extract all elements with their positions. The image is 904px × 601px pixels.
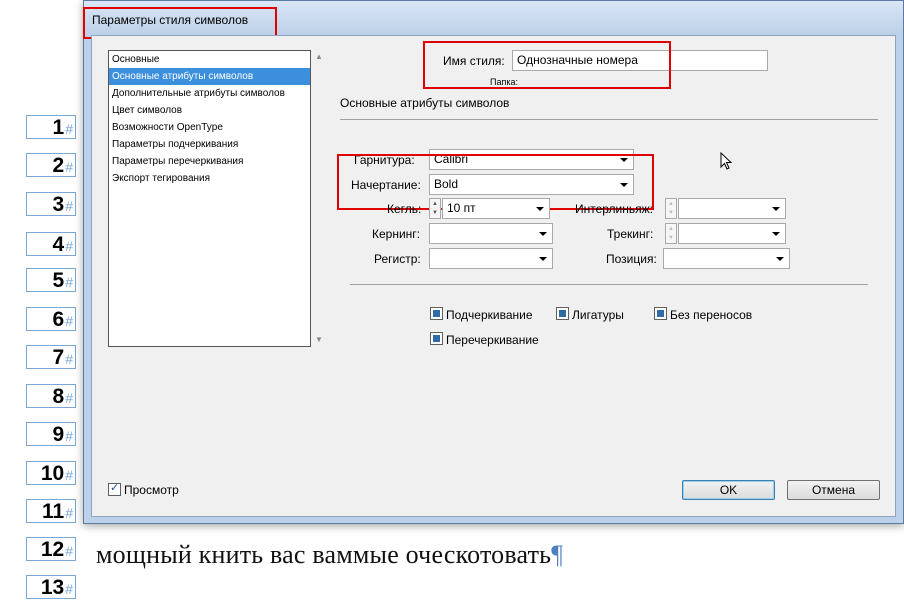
leading-stepper[interactable]: ▲ ▼ [665, 198, 677, 219]
chevron-down-icon [539, 232, 547, 236]
number-frame: 9# [26, 422, 76, 446]
stepper-down-icon[interactable]: ▼ [432, 210, 438, 216]
ligatures-label: Лигатуры [572, 308, 624, 322]
list-item-opentype[interactable]: Возможности OpenType [109, 119, 310, 136]
number-frame: 12# [26, 537, 76, 561]
section-title: Основные атрибуты символов [340, 96, 510, 110]
stepper-up-icon[interactable]: ▲ [668, 226, 674, 232]
document-text-line: мощный книть вас ваммые оческотовать¶ [96, 540, 564, 569]
number-frame: 2# [26, 153, 76, 177]
case-label: Регистр: [374, 252, 421, 266]
number-frame: 6# [26, 307, 76, 331]
ligatures-checkbox[interactable] [556, 307, 569, 320]
size-dropdown[interactable]: 10 пт [442, 198, 550, 219]
cancel-button[interactable]: Отмена [787, 480, 880, 500]
scroll-down-icon[interactable]: ▼ [315, 335, 323, 344]
ok-button[interactable]: OK [682, 480, 775, 500]
number-frame: 4# [26, 232, 76, 256]
size-stepper[interactable]: ▲ ▼ [429, 198, 441, 219]
list-item-general[interactable]: Основные [109, 51, 310, 68]
kerning-label: Кернинг: [372, 227, 421, 241]
number-frame: 8# [26, 384, 76, 408]
dialog-client-area: Основные Основные атрибуты символов Допо… [91, 35, 896, 517]
strikethrough-checkbox[interactable] [430, 332, 443, 345]
underline-checkbox[interactable] [430, 307, 443, 320]
list-item-underline-options[interactable]: Параметры подчеркивания [109, 136, 310, 153]
size-label: Кегль: [387, 202, 422, 216]
separator [350, 284, 868, 285]
number-frame: 7# [26, 345, 76, 369]
list-item-basic-attributes[interactable]: Основные атрибуты символов [109, 68, 310, 85]
number-frame: 3# [26, 192, 76, 216]
position-label: Позиция: [606, 252, 657, 266]
position-dropdown[interactable] [663, 248, 790, 269]
no-break-label: Без переносов [670, 308, 753, 322]
style-name-highlight-box [423, 41, 671, 89]
list-item-strikethrough-options[interactable]: Параметры перечеркивания [109, 153, 310, 170]
tracking-stepper[interactable]: ▲ ▼ [665, 223, 677, 244]
list-scrollbar[interactable]: ▲ ▼ [312, 50, 326, 347]
character-style-dialog: Параметры стиля символов Основные Основн… [83, 0, 904, 524]
stepper-up-icon[interactable]: ▲ [668, 201, 674, 207]
kerning-dropdown[interactable] [429, 223, 553, 244]
underline-label: Подчеркивание [446, 308, 533, 322]
list-item-advanced-attributes[interactable]: Дополнительные атрибуты символов [109, 85, 310, 102]
preview-label: Просмотр [124, 483, 179, 497]
separator [340, 119, 878, 120]
number-frame: 5# [26, 268, 76, 292]
strikethrough-label: Перечеркивание [446, 333, 539, 347]
chevron-down-icon [772, 232, 780, 236]
number-frame: 1# [26, 115, 76, 139]
number-frame: 11# [26, 499, 76, 523]
stepper-up-icon[interactable]: ▲ [432, 201, 438, 207]
list-item-character-color[interactable]: Цвет символов [109, 102, 310, 119]
list-item-export-tagging[interactable]: Экспорт тегирования [109, 170, 310, 187]
stepper-down-icon[interactable]: ▼ [668, 235, 674, 241]
scroll-up-icon[interactable]: ▲ [315, 52, 323, 61]
chevron-down-icon [536, 207, 544, 211]
number-frame: 13# [26, 575, 76, 599]
preview-checkbox[interactable] [108, 481, 121, 496]
leading-label: Интерлиньяж: [575, 202, 653, 216]
tracking-dropdown[interactable] [678, 223, 786, 244]
no-break-checkbox[interactable] [654, 307, 667, 320]
category-list[interactable]: Основные Основные атрибуты символов Допо… [108, 50, 311, 347]
chevron-down-icon [772, 207, 780, 211]
mouse-cursor-icon [720, 152, 733, 170]
stepper-down-icon[interactable]: ▼ [668, 210, 674, 216]
tracking-label: Трекинг: [607, 227, 654, 241]
number-frame: 10# [26, 461, 76, 485]
size-value: 10 пт [447, 201, 476, 215]
chevron-down-icon [539, 257, 547, 261]
case-dropdown[interactable] [429, 248, 553, 269]
chevron-down-icon [776, 257, 784, 261]
leading-dropdown[interactable] [678, 198, 786, 219]
